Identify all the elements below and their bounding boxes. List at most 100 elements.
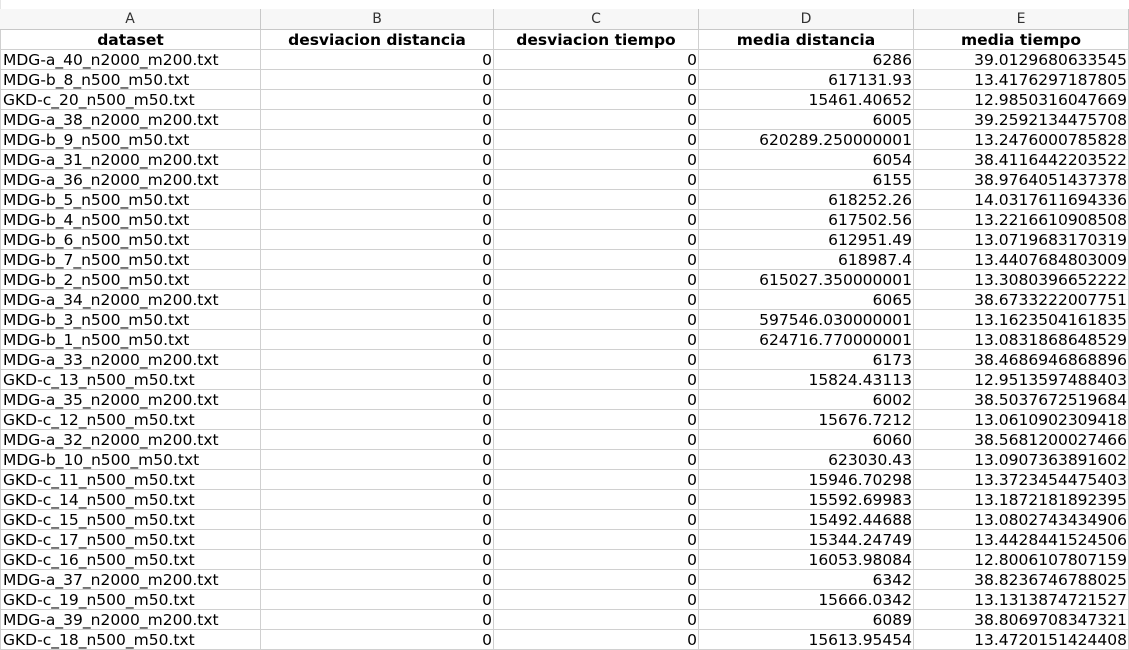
table-cell[interactable]: 0 — [261, 470, 494, 490]
table-cell[interactable]: 0 — [494, 190, 699, 210]
table-cell[interactable]: MDG-b_2_n500_m50.txt — [0, 270, 261, 290]
table-cell[interactable]: 0 — [494, 430, 699, 450]
table-cell[interactable]: 13.1623504161835 — [914, 310, 1129, 330]
table-cell[interactable]: MDG-a_39_n2000_m200.txt — [0, 610, 261, 630]
table-cell[interactable]: 0 — [494, 130, 699, 150]
table-cell[interactable]: MDG-b_8_n500_m50.txt — [0, 70, 261, 90]
table-cell[interactable]: GKD-c_13_n500_m50.txt — [0, 370, 261, 390]
table-cell[interactable]: 38.6733222007751 — [914, 290, 1129, 310]
table-cell[interactable]: 0 — [494, 570, 699, 590]
table-cell[interactable]: GKD-c_14_n500_m50.txt — [0, 490, 261, 510]
table-cell[interactable]: 6342 — [699, 570, 914, 590]
table-cell[interactable]: 15666.0342 — [699, 590, 914, 610]
table-cell[interactable]: 0 — [494, 50, 699, 70]
table-cell[interactable]: 0 — [494, 590, 699, 610]
table-cell[interactable]: 618252.26 — [699, 190, 914, 210]
table-cell[interactable]: MDG-b_6_n500_m50.txt — [0, 230, 261, 250]
table-cell[interactable]: 0 — [494, 290, 699, 310]
column-title-cell[interactable]: dataset — [0, 30, 261, 50]
table-cell[interactable]: GKD-c_18_n500_m50.txt — [0, 630, 261, 650]
column-title-cell[interactable]: media tiempo — [914, 30, 1129, 50]
table-cell[interactable]: 6286 — [699, 50, 914, 70]
table-cell[interactable]: 15676.7212 — [699, 410, 914, 430]
table-cell[interactable]: 6005 — [699, 110, 914, 130]
table-cell[interactable]: 38.9764051437378 — [914, 170, 1129, 190]
table-cell[interactable]: 0 — [494, 150, 699, 170]
table-cell[interactable]: 6173 — [699, 350, 914, 370]
table-cell[interactable]: 0 — [261, 390, 494, 410]
table-cell[interactable]: 16053.98084 — [699, 550, 914, 570]
table-cell[interactable]: 13.4176297187805 — [914, 70, 1129, 90]
table-cell[interactable]: 0 — [261, 270, 494, 290]
table-cell[interactable]: 612951.49 — [699, 230, 914, 250]
table-cell[interactable]: 0 — [261, 70, 494, 90]
table-cell[interactable]: 0 — [494, 70, 699, 90]
table-cell[interactable]: 0 — [494, 630, 699, 650]
table-cell[interactable]: 0 — [261, 90, 494, 110]
table-cell[interactable]: 0 — [261, 610, 494, 630]
table-cell[interactable]: 13.2476000785828 — [914, 130, 1129, 150]
table-cell[interactable]: 13.0831868648529 — [914, 330, 1129, 350]
table-cell[interactable]: MDG-b_4_n500_m50.txt — [0, 210, 261, 230]
table-cell[interactable]: GKD-c_12_n500_m50.txt — [0, 410, 261, 430]
table-cell[interactable]: 618987.4 — [699, 250, 914, 270]
table-cell[interactable]: MDG-b_3_n500_m50.txt — [0, 310, 261, 330]
table-cell[interactable]: GKD-c_16_n500_m50.txt — [0, 550, 261, 570]
table-cell[interactable]: 0 — [494, 490, 699, 510]
table-cell[interactable]: 0 — [261, 150, 494, 170]
table-cell[interactable]: MDG-a_40_n2000_m200.txt — [0, 50, 261, 70]
table-cell[interactable]: 13.2216610908508 — [914, 210, 1129, 230]
table-cell[interactable]: 617502.56 — [699, 210, 914, 230]
table-cell[interactable]: 13.4720151424408 — [914, 630, 1129, 650]
table-cell[interactable]: 6060 — [699, 430, 914, 450]
table-cell[interactable]: MDG-a_35_n2000_m200.txt — [0, 390, 261, 410]
table-cell[interactable]: 13.1872181892395 — [914, 490, 1129, 510]
column-title-cell[interactable]: desviacion distancia — [261, 30, 494, 50]
table-cell[interactable]: 13.1313874721527 — [914, 590, 1129, 610]
column-header-c[interactable]: C — [494, 9, 699, 30]
table-cell[interactable]: 6065 — [699, 290, 914, 310]
table-cell[interactable]: 15613.95454 — [699, 630, 914, 650]
table-cell[interactable]: MDG-a_37_n2000_m200.txt — [0, 570, 261, 590]
table-cell[interactable]: 0 — [261, 450, 494, 470]
table-cell[interactable]: 6054 — [699, 150, 914, 170]
table-cell[interactable]: 0 — [494, 550, 699, 570]
table-cell[interactable]: 0 — [261, 50, 494, 70]
table-cell[interactable]: MDG-b_5_n500_m50.txt — [0, 190, 261, 210]
table-cell[interactable]: 0 — [261, 630, 494, 650]
table-cell[interactable]: 597546.030000001 — [699, 310, 914, 330]
table-cell[interactable]: 0 — [261, 130, 494, 150]
table-cell[interactable]: 0 — [261, 330, 494, 350]
table-cell[interactable]: 38.8236746788025 — [914, 570, 1129, 590]
column-header-b[interactable]: B — [261, 9, 494, 30]
table-cell[interactable]: 15946.70298 — [699, 470, 914, 490]
table-cell[interactable]: MDG-a_31_n2000_m200.txt — [0, 150, 261, 170]
table-cell[interactable]: 0 — [494, 370, 699, 390]
table-cell[interactable]: 0 — [494, 250, 699, 270]
table-cell[interactable]: 0 — [261, 110, 494, 130]
table-cell[interactable]: 0 — [261, 290, 494, 310]
table-cell[interactable]: 0 — [494, 170, 699, 190]
table-cell[interactable]: 0 — [261, 370, 494, 390]
table-cell[interactable]: 15344.24749 — [699, 530, 914, 550]
table-cell[interactable]: 13.0719683170319 — [914, 230, 1129, 250]
table-cell[interactable]: 0 — [494, 230, 699, 250]
table-cell[interactable]: 12.9513597488403 — [914, 370, 1129, 390]
table-cell[interactable]: 0 — [494, 310, 699, 330]
table-cell[interactable]: 0 — [261, 530, 494, 550]
table-cell[interactable]: 39.2592134475708 — [914, 110, 1129, 130]
table-cell[interactable]: 0 — [494, 390, 699, 410]
table-cell[interactable]: 13.4407684803009 — [914, 250, 1129, 270]
table-cell[interactable]: 0 — [494, 210, 699, 230]
table-cell[interactable]: 615027.350000001 — [699, 270, 914, 290]
table-cell[interactable]: 13.4428441524506 — [914, 530, 1129, 550]
table-cell[interactable]: 0 — [494, 90, 699, 110]
table-cell[interactable]: 38.5681200027466 — [914, 430, 1129, 450]
table-cell[interactable]: 6089 — [699, 610, 914, 630]
table-cell[interactable]: 0 — [261, 490, 494, 510]
table-cell[interactable]: 39.0129680633545 — [914, 50, 1129, 70]
table-cell[interactable]: MDG-a_32_n2000_m200.txt — [0, 430, 261, 450]
table-cell[interactable]: GKD-c_19_n500_m50.txt — [0, 590, 261, 610]
table-cell[interactable]: 13.0802743434906 — [914, 510, 1129, 530]
table-cell[interactable]: 0 — [261, 210, 494, 230]
